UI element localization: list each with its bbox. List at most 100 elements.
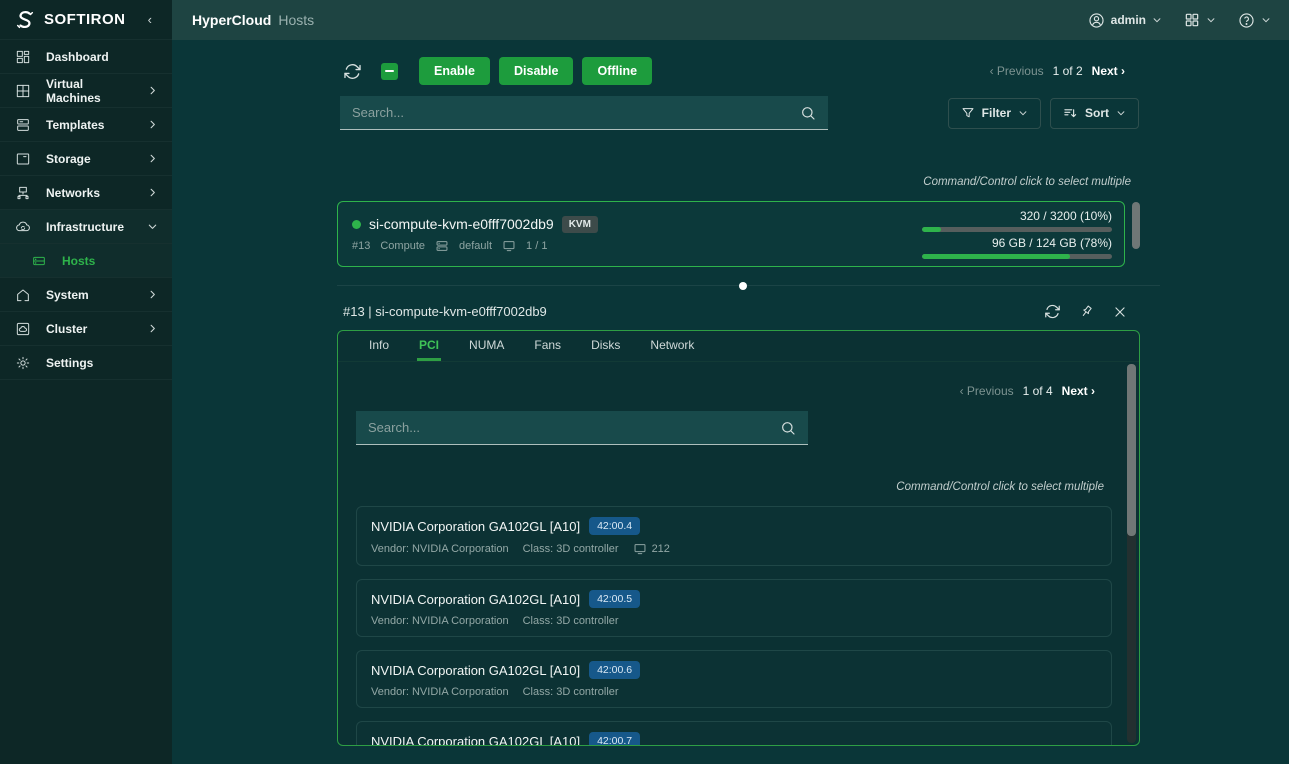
select-all-checkbox[interactable] <box>381 63 398 80</box>
sort-button[interactable]: Sort <box>1050 98 1139 129</box>
host-vm-count: 1 / 1 <box>526 240 547 252</box>
cpu-usage-bar <box>922 227 1112 232</box>
pci-device-card[interactable]: NVIDIA Corporation GA102GL [A10] 42:00.6… <box>356 650 1112 708</box>
carousel-page-dot[interactable] <box>739 282 747 290</box>
pci-vendor: Vendor: NVIDIA Corporation <box>371 686 509 698</box>
user-menu[interactable]: admin <box>1088 12 1162 29</box>
host-type-badge: KVM <box>562 216 598 233</box>
pci-class: Class: 3D controller <box>523 686 619 698</box>
pci-address-badge: 42:00.7 <box>589 732 640 745</box>
chevron-down-icon <box>147 221 158 232</box>
sidebar-item-system[interactable]: System <box>0 278 172 312</box>
pci-device-card[interactable]: NVIDIA Corporation GA102GL [A10] 42:00.5… <box>356 579 1112 637</box>
filter-button[interactable]: Filter <box>948 98 1041 129</box>
infrastructure-icon <box>14 219 32 235</box>
chevron-down-icon <box>1261 15 1271 25</box>
chevron-down-icon <box>1018 108 1028 118</box>
vm-monitor-icon <box>633 542 647 556</box>
help-menu[interactable] <box>1238 12 1271 29</box>
multiselect-hint: Command/Control click to select multiple <box>337 176 1140 188</box>
sort-lines-icon <box>1063 106 1078 121</box>
pci-search-input[interactable] <box>368 420 780 435</box>
tab-pci[interactable]: PCI <box>417 331 441 361</box>
sidebar-item-storage[interactable]: Storage <box>0 142 172 176</box>
page-title: Hosts <box>278 12 314 28</box>
host-detail-panel: Info PCI NUMA Fans Disks Network ‹ Previous 1… <box>337 330 1140 746</box>
hosts-search-input[interactable] <box>352 105 800 120</box>
chevron-down-icon <box>1152 15 1162 25</box>
enable-button[interactable]: Enable <box>419 57 490 85</box>
sidebar-item-dashboard[interactable]: Dashboard <box>0 40 172 74</box>
offline-button[interactable]: Offline <box>582 57 652 85</box>
hosts-pagination: ‹ Previous 1 of 2 Next › <box>990 64 1125 78</box>
pci-address-badge: 42:00.4 <box>589 517 640 535</box>
brand-name: SOFTIRON <box>44 11 140 28</box>
tab-disks[interactable]: Disks <box>589 331 622 361</box>
sidebar-item-templates[interactable]: Templates <box>0 108 172 142</box>
cluster-icon <box>435 239 449 253</box>
pci-device-list: NVIDIA Corporation GA102GL [A10] 42:00.4… <box>338 506 1139 745</box>
host-id: #13 <box>352 240 370 252</box>
apps-menu[interactable] <box>1184 12 1216 28</box>
sidebar-collapse-icon[interactable]: ‹ <box>148 12 158 27</box>
pci-device-card[interactable]: NVIDIA Corporation GA102GL [A10] 42:00.7… <box>356 721 1112 745</box>
page-indicator: 1 of 2 <box>1053 64 1083 78</box>
refresh-detail-icon[interactable] <box>1044 303 1061 320</box>
tab-fans[interactable]: Fans <box>532 331 563 361</box>
detail-tabs: Info PCI NUMA Fans Disks Network <box>338 331 1139 362</box>
multiselect-hint: Command/Control click to select multiple <box>338 481 1139 493</box>
page-indicator: 1 of 4 <box>1023 384 1053 398</box>
detail-scrollbar[interactable] <box>1127 364 1136 743</box>
close-icon[interactable] <box>1113 305 1127 319</box>
pci-vm-usage: 212 <box>633 542 670 556</box>
chevron-right-icon <box>147 153 158 164</box>
sidebar-item-virtual-machines[interactable]: Virtual Machines <box>0 74 172 108</box>
previous-page-button[interactable]: ‹ Previous <box>960 384 1014 398</box>
pci-device-name: NVIDIA Corporation GA102GL [A10] <box>371 519 580 534</box>
sidebar-item-hosts[interactable]: Hosts <box>0 244 172 278</box>
pci-class: Class: 3D controller <box>523 615 619 627</box>
filter-funnel-icon <box>961 106 975 120</box>
pci-device-card[interactable]: NVIDIA Corporation GA102GL [A10] 42:00.4… <box>356 506 1112 566</box>
topbar: HyperCloud Hosts admin <box>172 0 1289 40</box>
sidebar-item-infrastructure[interactable]: Infrastructure <box>0 210 172 244</box>
chevron-right-icon <box>147 323 158 334</box>
host-role: Compute <box>380 240 425 252</box>
pci-class: Class: 3D controller <box>523 543 619 555</box>
pin-icon[interactable] <box>1079 304 1095 320</box>
sidebar-menu: Dashboard Virtual Machines Templates Sto… <box>0 40 172 380</box>
chevron-right-icon <box>147 187 158 198</box>
pci-address-badge: 42:00.6 <box>589 661 640 679</box>
apps-grid-icon <box>1184 12 1200 28</box>
previous-page-button[interactable]: ‹ Previous <box>990 64 1044 78</box>
detail-scrollbar-thumb[interactable] <box>1127 364 1136 536</box>
sidebar: SOFTIRON ‹ Dashboard Virtual Machines Te… <box>0 0 172 764</box>
next-page-button[interactable]: Next › <box>1092 64 1125 78</box>
tab-numa[interactable]: NUMA <box>467 331 506 361</box>
softiron-logo-icon <box>14 9 36 31</box>
search-icon[interactable] <box>780 420 796 436</box>
search-icon[interactable] <box>800 105 816 121</box>
sidebar-item-settings[interactable]: Settings <box>0 346 172 380</box>
chevron-right-icon <box>147 85 158 96</box>
next-page-button[interactable]: Next › <box>1062 384 1095 398</box>
sidebar-item-cluster[interactable]: Cluster <box>0 312 172 346</box>
pci-vendor: Vendor: NVIDIA Corporation <box>371 543 509 555</box>
host-card[interactable]: si-compute-kvm-e0fff7002db9 KVM #13 Comp… <box>337 201 1125 267</box>
detail-panel-title: #13 | si-compute-kvm-e0fff7002db9 <box>343 304 547 319</box>
sidebar-item-networks[interactable]: Networks <box>0 176 172 210</box>
refresh-hosts-icon[interactable] <box>343 62 362 81</box>
disable-button[interactable]: Disable <box>499 57 573 85</box>
sidebar-header: SOFTIRON ‹ <box>0 0 172 40</box>
chevron-down-icon <box>1206 15 1216 25</box>
user-name: admin <box>1111 13 1146 27</box>
cluster-icon <box>14 321 32 337</box>
pci-search <box>356 411 808 445</box>
host-list-scrollbar[interactable] <box>1132 202 1140 249</box>
carousel-track <box>337 285 1160 286</box>
tab-network[interactable]: Network <box>648 331 696 361</box>
tab-info[interactable]: Info <box>367 331 391 361</box>
pci-vm-count: 212 <box>652 543 670 555</box>
hosts-icon <box>30 253 48 269</box>
user-icon <box>1088 12 1105 29</box>
